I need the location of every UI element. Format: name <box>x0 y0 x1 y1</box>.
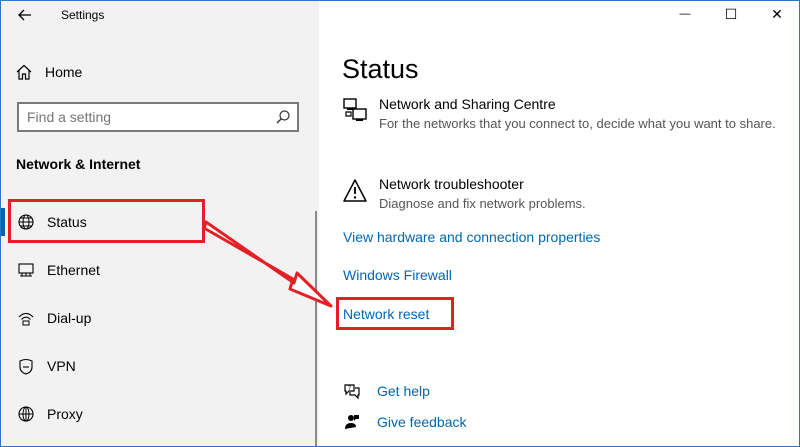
annotation-arrow <box>202 220 333 308</box>
